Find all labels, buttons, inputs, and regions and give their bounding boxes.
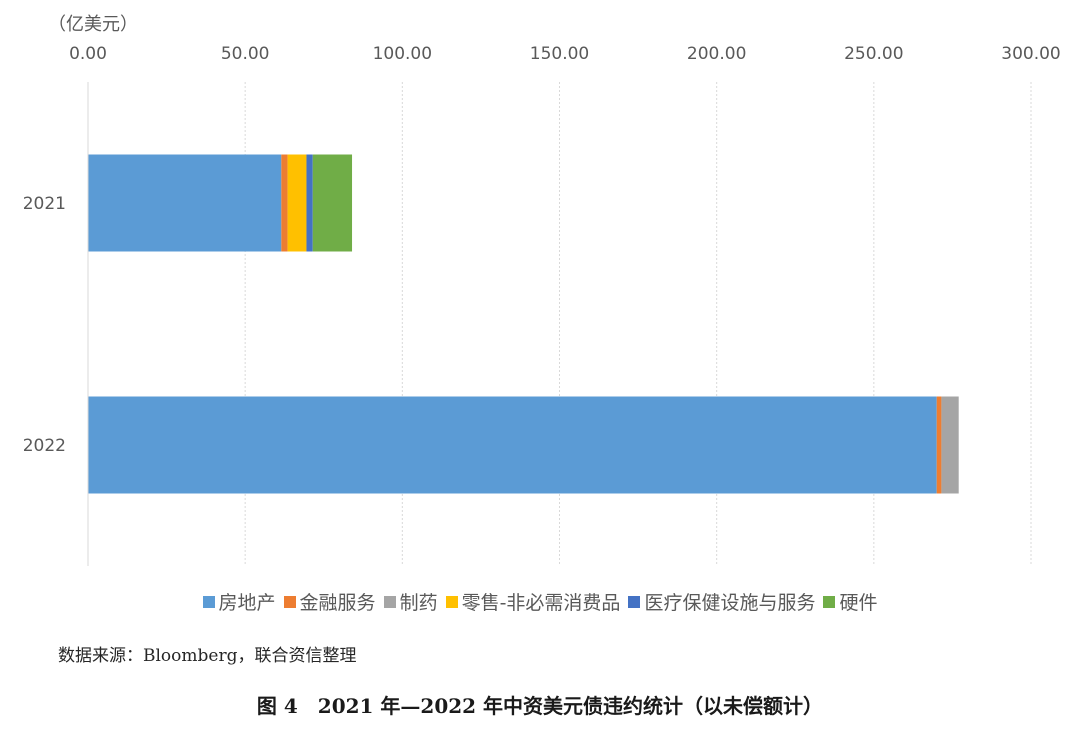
x-tick-label: 50.00 [221,44,270,64]
legend-item: 零售-非必需消费品 [445,588,621,615]
legend-swatch [383,596,396,608]
stacked-bar-chart: 0.00 50.00 100.00 150.00 200.00 250.00 300.00 … [23,44,1061,566]
bar-segment [936,396,942,494]
bar-segment [306,154,313,252]
x-tick-label: 150.00 [530,44,589,64]
x-tick-label: 0.00 [69,44,107,64]
bar-segment [88,154,282,252]
legend-item: 房地产 [202,588,276,615]
y-tick-label: 2021 [23,194,66,214]
legend: 房地产 金融服务 制药 零售-非必需消费品 医疗保健设施与服务 硬件 [0,588,1080,615]
y-tick-label: 2022 [23,436,66,456]
bar-segment [88,396,937,494]
legend-swatch [628,596,641,608]
legend-label: 制药 [399,592,438,614]
x-tick-label: 300.00 [1001,44,1060,64]
legend-swatch [823,596,836,608]
legend-item: 金融服务 [283,588,376,615]
x-axis-ticks: 0.00 50.00 100.00 150.00 200.00 250.00 300.00 [69,44,1061,64]
legend-label: 房地产 [218,592,276,614]
source-note: 数据来源：Bloomberg，联合资信整理 [58,646,357,666]
legend-label: 医疗保健设施与服务 [644,592,816,614]
legend-swatch [283,596,296,608]
legend-swatch [445,596,458,608]
x-tick-label: 100.00 [373,44,432,64]
legend-label: 金融服务 [299,592,376,614]
bar-segment [287,154,307,252]
bars [88,154,959,494]
x-tick-label: 200.00 [687,44,746,64]
bar-segment [281,154,288,252]
x-tick-label: 250.00 [844,44,903,64]
bar-segment [312,154,353,252]
legend-item: 医疗保健设施与服务 [628,588,815,615]
legend-item: 制药 [383,588,438,615]
legend-swatch [202,596,215,608]
y-axis-ticks: 2021 2022 [23,194,66,456]
legend-label: 硬件 [839,592,878,614]
legend-label: 零售-非必需消费品 [461,592,621,614]
figure-caption: 图 4 2021 年—2022 年中资美元债违约统计（以未偿额计） [256,694,824,718]
bar-segment [941,396,959,494]
legend-item: 硬件 [823,588,877,615]
